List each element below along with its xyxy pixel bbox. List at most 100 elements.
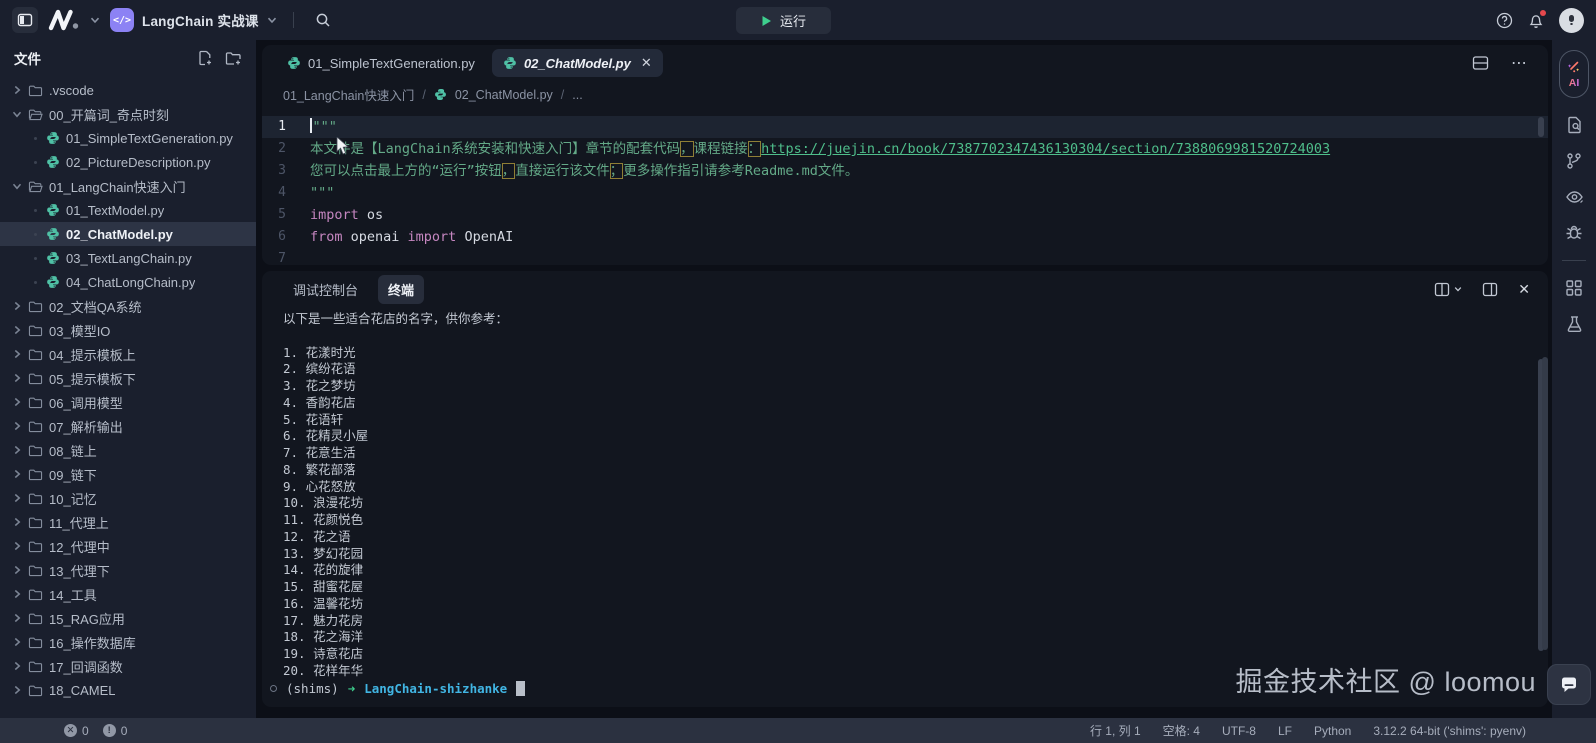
status-item[interactable]: 空格: 4 (1163, 722, 1200, 739)
chevron-right-icon (12, 493, 22, 503)
tree-file[interactable]: 02_ChatModel.py (0, 222, 256, 246)
chevron-right-icon (12, 301, 22, 311)
tree-folder[interactable]: 00_开篇词_奇点时刻 (0, 102, 256, 126)
tree-folder[interactable]: 18_CAMEL (0, 678, 256, 702)
tree-folder[interactable]: 15_RAG应用 (0, 606, 256, 630)
tab-chat-model[interactable]: 02_ChatModel.py ✕ (492, 49, 663, 77)
logo-chevron-down-icon[interactable] (90, 15, 100, 25)
indent-guide-dot (30, 257, 40, 260)
folder-icon (28, 468, 43, 481)
status-item[interactable]: LF (1278, 724, 1292, 738)
close-panel-icon[interactable]: ✕ (1518, 281, 1530, 298)
tree-item-label: 11_代理上 (49, 513, 109, 532)
code-editor[interactable]: 1"""2本文件是【LangChain系统安装和快速入门】章节的配套代码，课程链… (262, 108, 1548, 265)
tab-debug-console[interactable]: 调试控制台 (283, 275, 368, 304)
tree-folder[interactable]: 09_链下 (0, 462, 256, 486)
run-button[interactable]: 运行 (736, 7, 831, 34)
line-number: 7 (262, 248, 310, 265)
tree-item-label: 09_链下 (49, 465, 97, 484)
source-control-icon[interactable] (1565, 152, 1583, 170)
tree-folder[interactable]: 01_LangChain快速入门 (0, 174, 256, 198)
workspace-switcher[interactable]: </> LangChain 实战课 (110, 8, 277, 32)
toggle-panel-float-button[interactable] (1547, 664, 1591, 705)
python-file-icon (287, 56, 301, 70)
terminal-line (283, 328, 1548, 345)
breadcrumb-more[interactable]: ... (572, 88, 582, 102)
ai-assistant-button[interactable]: AI (1559, 50, 1589, 98)
page-scrollbar[interactable] (1542, 357, 1548, 650)
tree-folder[interactable]: 14_工具 (0, 582, 256, 606)
more-actions-icon[interactable]: ⋯ (1511, 53, 1528, 73)
prompt-circle-icon (270, 685, 277, 692)
tree-folder[interactable]: 13_代理下 (0, 558, 256, 582)
tree-folder[interactable]: 05_提示模板下 (0, 366, 256, 390)
split-editor-icon[interactable] (1472, 55, 1489, 71)
tree-file[interactable]: 01_TextModel.py (0, 198, 256, 222)
folder-icon (28, 492, 43, 505)
tree-file[interactable]: 04_ChatLongChain.py (0, 270, 256, 294)
chevron-right-icon (12, 541, 22, 551)
status-item[interactable]: Python (1314, 724, 1351, 738)
sidebar-toggle-icon[interactable] (12, 7, 38, 33)
tree-file[interactable]: 02_PictureDescription.py (0, 150, 256, 174)
tree-folder[interactable]: 02_文档QA系统 (0, 294, 256, 318)
status-item[interactable]: 行 1, 列 1 (1090, 722, 1141, 739)
panel-layout-icon[interactable] (1434, 282, 1462, 297)
tree-folder[interactable]: 06_调用模型 (0, 390, 256, 414)
tab-simple-text-generation[interactable]: 01_SimpleTextGeneration.py (276, 49, 486, 77)
errors-indicator[interactable]: ✕ 0 (64, 724, 89, 738)
tree-folder[interactable]: 04_提示模板上 (0, 342, 256, 366)
folder-icon (28, 84, 43, 97)
tests-flask-icon[interactable] (1566, 315, 1583, 333)
help-icon[interactable] (1496, 12, 1513, 29)
status-item[interactable]: UTF-8 (1222, 724, 1256, 738)
tree-folder[interactable]: .vscode (0, 78, 256, 102)
tab-terminal[interactable]: 终端 (378, 275, 424, 304)
chevron-right-icon (12, 613, 22, 623)
preview-eye-icon[interactable] (1565, 188, 1584, 206)
breadcrumb-file[interactable]: 02_ChatModel.py (455, 88, 553, 102)
terminal-line: 以下是一些适合花店的名字，供你参考： (283, 311, 1548, 328)
file-search-icon[interactable] (1565, 116, 1583, 134)
tree-folder[interactable]: 11_代理上 (0, 510, 256, 534)
tree-file[interactable]: 01_SimpleTextGeneration.py (0, 126, 256, 150)
tree-folder[interactable]: 12_代理中 (0, 534, 256, 558)
split-panel-icon[interactable] (1482, 282, 1498, 297)
folder-icon (28, 348, 43, 361)
line-number: 1 (262, 116, 310, 138)
new-file-icon[interactable] (197, 50, 213, 66)
tree-item-label: 06_调用模型 (49, 393, 123, 412)
tree-item-label: .vscode (49, 83, 94, 98)
tree-folder[interactable]: 16_操作数据库 (0, 630, 256, 654)
line-number: 4 (262, 182, 310, 204)
tree-folder[interactable]: 17_回调函数 (0, 654, 256, 678)
avatar[interactable] (1559, 8, 1584, 33)
tab-close-icon[interactable]: ✕ (641, 55, 652, 71)
new-folder-icon[interactable] (225, 51, 242, 66)
tree-folder[interactable]: 07_解析输出 (0, 414, 256, 438)
app-logo[interactable] (48, 9, 80, 31)
tree-folder[interactable]: 03_模型IO (0, 318, 256, 342)
python-file-icon (46, 251, 60, 265)
chevron-down-icon (12, 109, 22, 119)
tree-item-label: 12_代理中 (49, 537, 110, 556)
terminal-output[interactable]: 以下是一些适合花店的名字，供你参考：1. 花漾时光2. 缤纷花语3. 花之梦坊4… (262, 307, 1548, 680)
tree-folder[interactable]: 10_记忆 (0, 486, 256, 510)
terminal-line: 7. 花意生活 (283, 445, 1548, 462)
editor-scrollbar[interactable] (1538, 117, 1544, 137)
folder-icon (28, 540, 43, 553)
extensions-icon[interactable] (1565, 279, 1583, 297)
chevron-right-icon (12, 565, 22, 575)
play-icon (761, 15, 772, 27)
notifications-icon[interactable] (1528, 12, 1544, 29)
tree-item-label: 01_SimpleTextGeneration.py (66, 131, 233, 146)
search-icon[interactable] (310, 7, 336, 33)
warnings-indicator[interactable]: ! 0 (103, 724, 128, 738)
tree-file[interactable]: 03_TextLangChain.py (0, 246, 256, 270)
tree-folder[interactable]: 08_链上 (0, 438, 256, 462)
folder-icon (28, 396, 43, 409)
breadcrumb-folder[interactable]: 01_LangChain快速入门 (283, 85, 414, 104)
breadcrumb[interactable]: 01_LangChain快速入门 / 02_ChatModel.py / ... (262, 81, 1548, 108)
status-item[interactable]: 3.12.2 64-bit ('shims': pyenv) (1373, 724, 1526, 738)
debug-bug-icon[interactable] (1565, 224, 1583, 242)
